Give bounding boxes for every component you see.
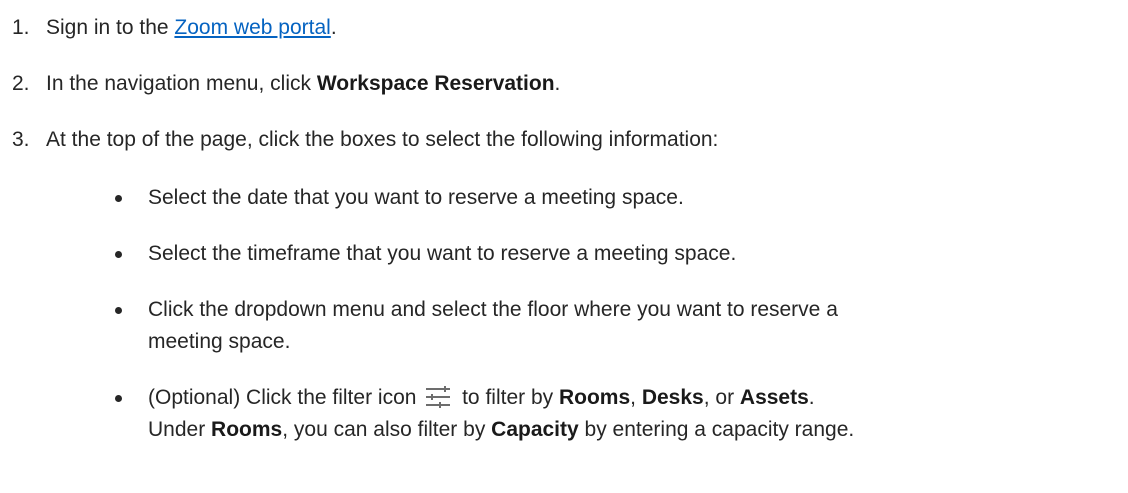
step-text: At the top of the page, click the boxes … — [46, 128, 719, 151]
text-fragment: , you can also filter by — [282, 418, 492, 441]
bullet-dot — [115, 307, 122, 314]
text-fragment: , or — [703, 386, 740, 409]
step-2: 2. In the navigation menu, click Workspac… — [12, 70, 560, 98]
step-punctuation: . — [554, 72, 561, 95]
rooms-label: Rooms — [211, 418, 283, 441]
step-1: 1. Sign in to the Zoom web portal. — [12, 14, 337, 42]
text-fragment: , — [630, 386, 642, 409]
desks-label: Desks — [641, 386, 704, 409]
step-text: In the navigation menu, click — [46, 72, 317, 95]
bullet-dot — [115, 251, 122, 258]
text-fragment: by entering a capacity range. — [578, 418, 855, 441]
step-punctuation: . — [330, 16, 337, 39]
text-fragment: Under — [148, 418, 212, 441]
step-text: Sign in to the — [46, 16, 175, 39]
text-fragment: to filter by — [456, 386, 559, 409]
step-number: 3. — [12, 128, 30, 151]
bullet-dot — [115, 195, 122, 202]
bullet-text: (Optional) Click the filter icon to filt… — [148, 382, 815, 418]
bullet-text: Under Rooms, you can also filter by Capa… — [148, 414, 854, 446]
zoom-web-portal-link[interactable]: Zoom web portal — [174, 16, 330, 39]
step-3: 3. At the top of the page, click the boxe… — [12, 126, 718, 154]
step-number: 2. — [12, 72, 30, 95]
bullet-text: Select the date that you want to reserve… — [148, 186, 684, 209]
bullet-text: Select the timeframe that you want to re… — [148, 242, 737, 265]
step-number: 1. — [12, 16, 30, 39]
text-fragment: . — [808, 386, 815, 409]
assets-label: Assets — [739, 386, 809, 409]
workspace-reservation-label: Workspace Reservation — [316, 72, 555, 95]
bullet-text: meeting space. — [148, 330, 291, 353]
bullet-text: Click the dropdown menu and select the f… — [148, 298, 838, 321]
instructions-document: 1. Sign in to the Zoom web portal. 2. In t… — [0, 0, 1128, 493]
text-fragment: (Optional) Click the filter icon — [148, 386, 423, 409]
capacity-label: Capacity — [491, 418, 579, 441]
rooms-label: Rooms — [558, 386, 631, 409]
bullet-dot — [115, 395, 122, 402]
